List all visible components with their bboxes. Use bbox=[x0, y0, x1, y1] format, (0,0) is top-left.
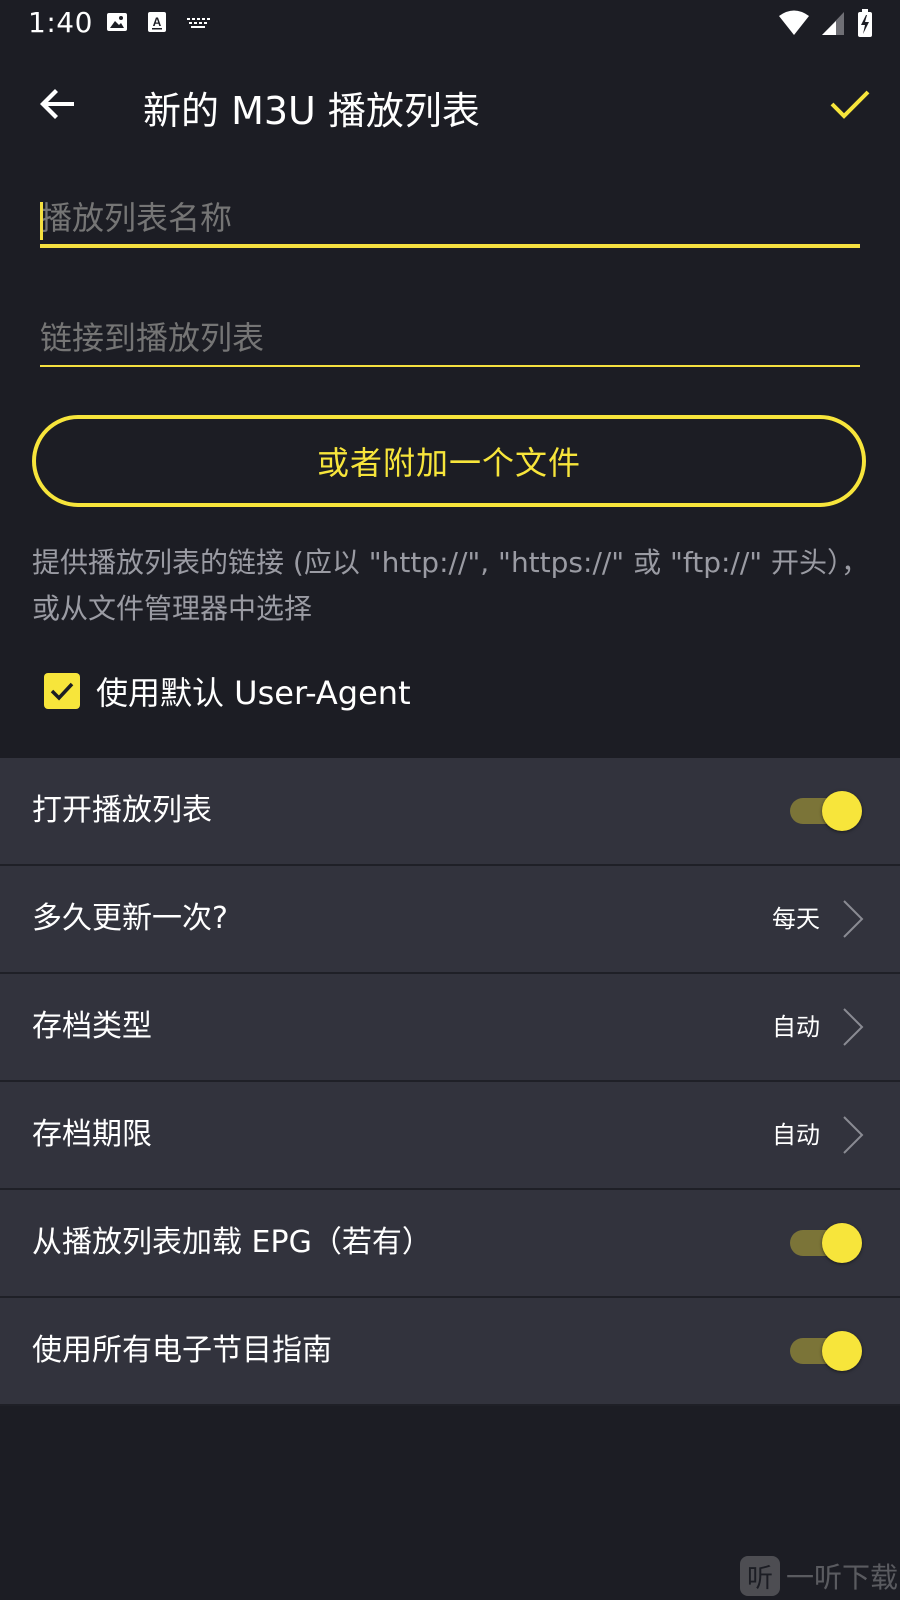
setting-open-playlist[interactable]: 打开播放列表 bbox=[0, 758, 900, 866]
setting-use-all-epg[interactable]: 使用所有电子节目指南 bbox=[0, 1298, 900, 1406]
setting-update-frequency[interactable]: 多久更新一次? 每天 bbox=[0, 866, 900, 974]
setting-label: 存档期限 bbox=[32, 1117, 152, 1152]
app-bar: 新的 M3U 播放列表 bbox=[0, 58, 900, 150]
toggle-knob bbox=[822, 1223, 862, 1263]
setting-value: 自动 bbox=[772, 1121, 820, 1149]
setting-label: 打开播放列表 bbox=[32, 793, 212, 828]
open-playlist-toggle[interactable] bbox=[790, 791, 862, 831]
confirm-button[interactable] bbox=[826, 80, 874, 128]
status-time: 1:40 bbox=[28, 6, 93, 39]
playlist-name-field bbox=[40, 194, 860, 248]
use-default-ua-row[interactable]: 使用默认 User-Agent bbox=[44, 668, 411, 714]
status-bar: 1:40 A bbox=[0, 0, 900, 48]
setting-archive-type[interactable]: 存档类型 自动 bbox=[0, 974, 900, 1082]
signal-icon bbox=[820, 9, 846, 41]
toggle-knob bbox=[822, 1331, 862, 1371]
setting-value: 自动 bbox=[772, 1013, 820, 1041]
arrow-left-icon bbox=[40, 89, 74, 119]
wifi-icon bbox=[778, 9, 810, 41]
chevron-right-icon bbox=[843, 1008, 864, 1046]
toggle-knob bbox=[822, 791, 862, 831]
chevron-right-icon bbox=[843, 1116, 864, 1154]
use-default-ua-checkbox[interactable] bbox=[44, 673, 80, 709]
attach-file-label: 或者附加一个文件 bbox=[316, 444, 581, 482]
back-button[interactable] bbox=[34, 80, 82, 128]
chevron-right-icon bbox=[843, 900, 864, 938]
check-icon bbox=[830, 90, 870, 119]
setting-archive-period[interactable]: 存档期限 自动 bbox=[0, 1082, 900, 1190]
playlist-url-field bbox=[40, 314, 860, 367]
use-all-epg-toggle[interactable] bbox=[790, 1331, 862, 1371]
watermark-logo: 听 bbox=[740, 1556, 780, 1596]
load-epg-toggle[interactable] bbox=[790, 1223, 862, 1263]
page-title: 新的 M3U 播放列表 bbox=[143, 89, 480, 133]
setting-label: 从播放列表加载 EPG（若有） bbox=[32, 1225, 432, 1260]
keyboard-icon bbox=[185, 12, 211, 36]
watermark: 听 一听下载 bbox=[740, 1552, 900, 1600]
status-icons-left: A bbox=[105, 10, 211, 38]
playlist-url-underline bbox=[40, 365, 860, 367]
settings-list: 打开播放列表 多久更新一次? 每天 存档类型 自动 存档期限 自动 从播放列表加… bbox=[0, 758, 900, 1406]
setting-label: 存档类型 bbox=[32, 1009, 152, 1044]
setting-value: 每天 bbox=[772, 905, 820, 933]
playlist-name-input[interactable] bbox=[40, 194, 860, 242]
watermark-text: 一听下载 bbox=[786, 1561, 899, 1594]
setting-load-epg[interactable]: 从播放列表加载 EPG（若有） bbox=[0, 1190, 900, 1298]
setting-label: 使用所有电子节目指南 bbox=[32, 1333, 332, 1368]
attach-file-button[interactable]: 或者附加一个文件 bbox=[32, 415, 866, 507]
status-icons-right bbox=[778, 8, 874, 42]
playlist-name-underline bbox=[40, 244, 860, 248]
text-a-icon: A bbox=[145, 10, 169, 38]
checkmark-icon bbox=[50, 682, 74, 701]
use-default-ua-label: 使用默认 User-Agent bbox=[96, 674, 411, 712]
hint-text: 提供播放列表的链接 (应以 "http://", "https://" 或 "f… bbox=[32, 546, 870, 625]
playlist-url-input[interactable] bbox=[40, 314, 860, 362]
text-cursor bbox=[40, 202, 43, 240]
battery-charging-icon bbox=[856, 8, 874, 42]
image-icon bbox=[105, 10, 129, 38]
svg-text:A: A bbox=[153, 15, 162, 29]
setting-label: 多久更新一次? bbox=[32, 901, 228, 936]
